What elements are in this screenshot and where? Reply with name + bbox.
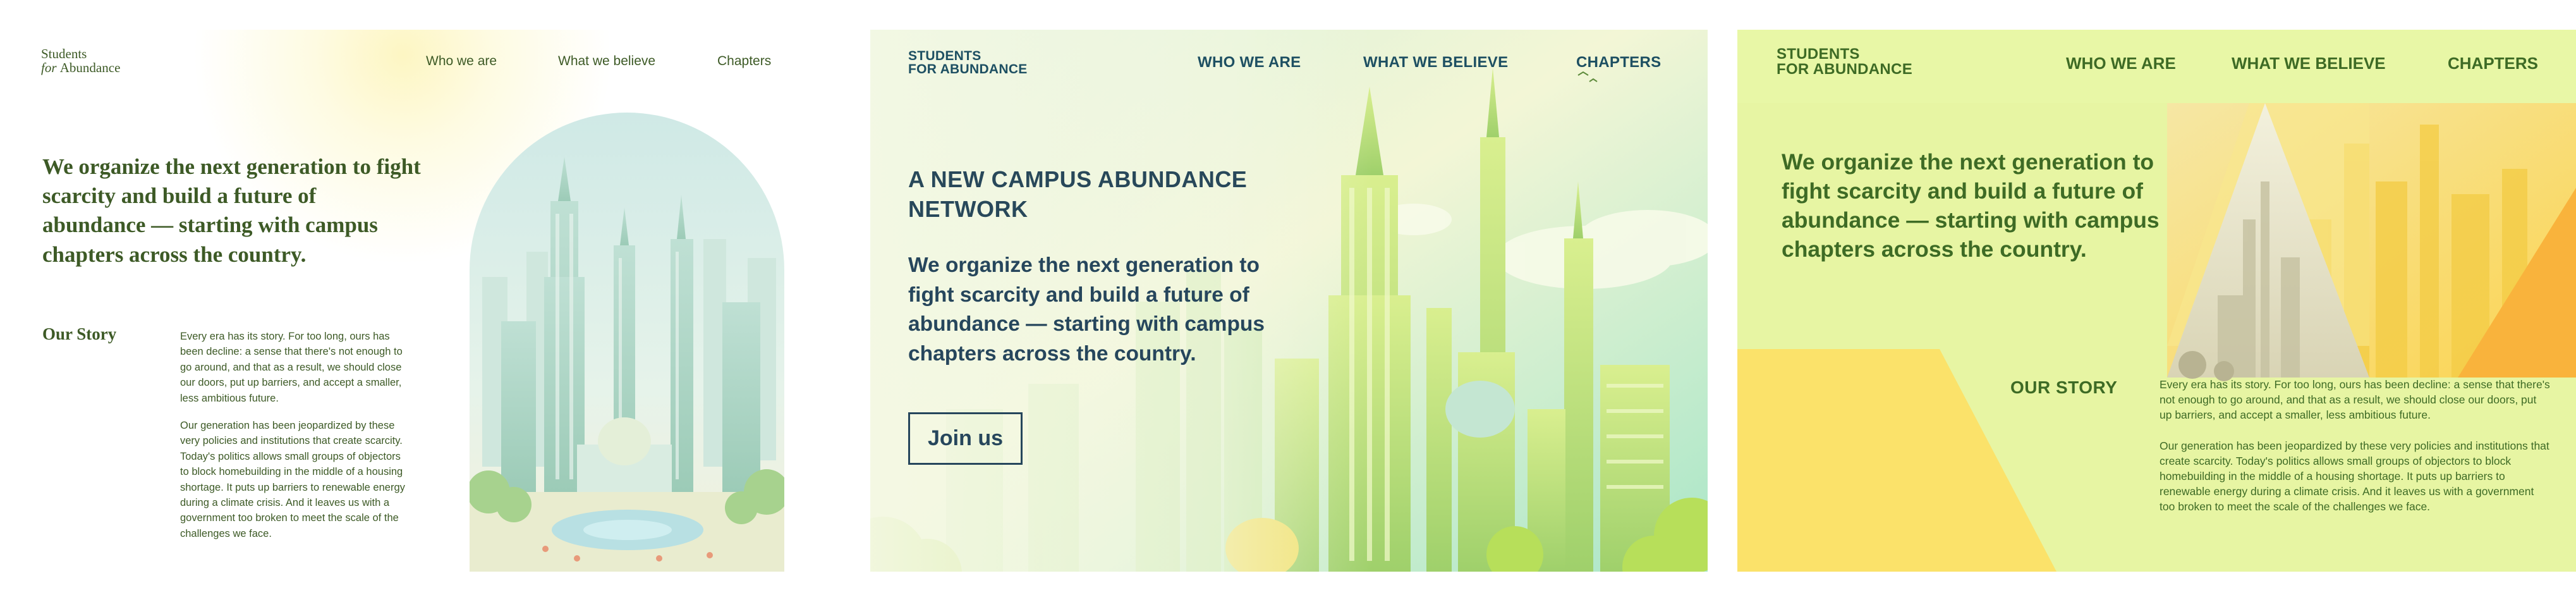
hero-headline: We organize the next generation to fight… xyxy=(1782,149,2160,262)
nav-chapters[interactable]: CHAPTERS xyxy=(2448,54,2538,73)
hero-headline: We organize the next generation to fight… xyxy=(42,154,421,267)
nav-who-we-are[interactable]: WHO WE ARE xyxy=(2066,54,2176,73)
story-paragraph: Our generation has been jeopardized by t… xyxy=(2160,439,2549,513)
story-paragraph: Every era has its story. For too long, o… xyxy=(2160,378,2550,421)
our-story-text: Every era has its story. For too long, o… xyxy=(180,329,405,553)
hero-headline: We organize the next generation to fight… xyxy=(908,254,1265,366)
nav-who-we-are[interactable]: Who we are xyxy=(426,54,497,69)
nav-what-we-believe[interactable]: WHAT WE BELIEVE xyxy=(2232,54,2386,73)
logo-line-2: FOR ABUNDANCE xyxy=(908,62,1028,77)
logo[interactable]: STUDENTS FOR ABUNDANCE xyxy=(1777,47,1912,77)
design-variant-minimal: Students for Abundance Who we are What w… xyxy=(30,30,784,572)
logo-line-2: FOR ABUNDANCE xyxy=(1777,61,1913,78)
story-paragraph: Every era has its story. For too long, o… xyxy=(180,331,403,404)
hero-eyebrow: A NEW CAMPUS ABUNDANCE NETWORK xyxy=(908,166,1248,222)
logo-line-1: STUDENTS xyxy=(908,49,981,63)
nav-chapters[interactable]: Chapters xyxy=(717,54,771,69)
story-paragraph: Our generation has been jeopardized by t… xyxy=(180,420,405,539)
design-variant-illustrated: STUDENTS FOR ABUNDANCE WHO WE ARE WHAT W… xyxy=(870,30,1708,572)
our-story-text: Every era has its story. For too long, o… xyxy=(2160,378,2551,531)
our-story-title: OUR STORY xyxy=(2010,378,2118,397)
join-us-button[interactable]: Join us xyxy=(908,412,1023,465)
design-variant-bold: STUDENTS FOR ABUNDANCE WHO WE ARE WHAT W… xyxy=(1737,30,2576,572)
logo-line-2: for Abundance xyxy=(41,60,121,76)
city-illustration-arch xyxy=(470,113,784,572)
nav-what-we-believe[interactable]: WHAT WE BELIEVE xyxy=(1363,54,1508,71)
logo[interactable]: STUDENTS FOR ABUNDANCE xyxy=(908,49,1028,76)
our-story-title: Our Story xyxy=(42,324,117,343)
nav-chapters[interactable]: CHAPTERS xyxy=(1576,54,1661,71)
logo[interactable]: Students for Abundance xyxy=(41,47,180,75)
logo-line-1: STUDENTS xyxy=(1777,46,1860,63)
logo-line-1: Students xyxy=(41,46,87,61)
nav-who-we-are[interactable]: WHO WE ARE xyxy=(1198,54,1301,71)
city-illustration xyxy=(470,113,784,572)
nav-what-we-believe[interactable]: What we believe xyxy=(558,54,655,69)
